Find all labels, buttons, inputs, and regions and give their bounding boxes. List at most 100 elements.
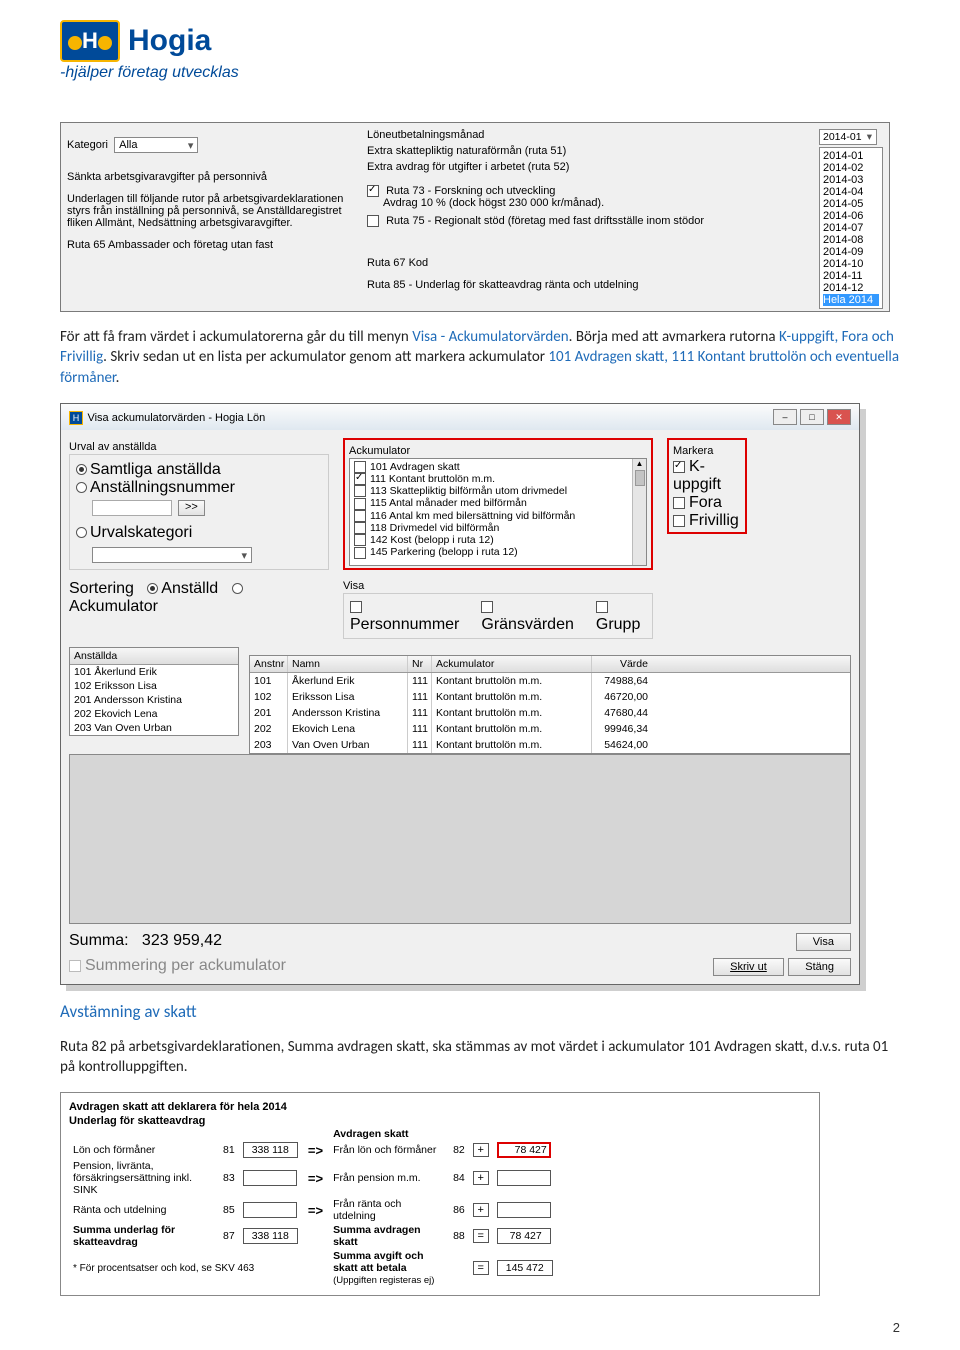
radio-sort-anst[interactable] xyxy=(147,583,158,594)
period-item[interactable]: 2014-07 xyxy=(823,222,879,234)
r82-label: Från lön och förmåner xyxy=(329,1141,449,1159)
ruta73-sub: Avdrag 10 % (dock högst 230 000 kr/månad… xyxy=(383,197,799,209)
r83-input[interactable] xyxy=(243,1170,297,1186)
ack-cb-118[interactable] xyxy=(354,522,366,534)
maximize-button[interactable]: □ xyxy=(800,409,824,425)
r88-num: 88 xyxy=(449,1223,469,1249)
r84-num: 84 xyxy=(449,1159,469,1197)
plus-icon: + xyxy=(473,1143,489,1157)
ack-cb-111[interactable] xyxy=(354,473,366,485)
stang-button[interactable]: Stäng xyxy=(788,958,851,976)
radio-samtliga[interactable] xyxy=(76,464,87,475)
lbl-sort-ack: Ackumulator xyxy=(69,598,158,615)
r84-input[interactable] xyxy=(497,1170,551,1186)
visa-label: Visa xyxy=(343,580,653,592)
period-item[interactable]: 2014-12 xyxy=(823,282,879,294)
period-item[interactable]: 2014-08 xyxy=(823,234,879,246)
ack-it-118: 118 Drivmedel vid bilförmån xyxy=(370,522,499,534)
radio-sort-ack[interactable] xyxy=(232,583,243,594)
ruta73-label: Ruta 73 - Forskning och utveckling xyxy=(386,185,555,197)
period-item[interactable]: 2014-01 xyxy=(823,150,879,162)
anstallda-list[interactable]: Anställda 101 Åkerlund Erik 102 Eriksson… xyxy=(69,647,239,736)
list-item[interactable]: 101 Åkerlund Erik xyxy=(70,665,238,679)
period-item[interactable]: 2014-10 xyxy=(823,258,879,270)
cb-summering[interactable] xyxy=(69,960,81,972)
close-button[interactable]: ✕ xyxy=(827,409,851,425)
col-ack: Ackumulator xyxy=(432,656,592,672)
footnote: * För procentsatser och kod, se SKV 463 xyxy=(69,1249,329,1287)
r81-num: 81 xyxy=(219,1141,239,1159)
cb-kuppgift[interactable] xyxy=(673,461,685,473)
period-select[interactable]: 2014-01 xyxy=(819,129,877,145)
list-item[interactable]: 203 Van Oven Urban xyxy=(70,721,238,735)
visa-button[interactable]: Visa xyxy=(796,933,851,951)
ruta73-checkbox[interactable] xyxy=(367,185,379,197)
ack-cb-101[interactable] xyxy=(354,461,366,473)
radio-urvalkat[interactable] xyxy=(76,527,87,538)
forward-button[interactable]: >> xyxy=(178,500,205,516)
list-item[interactable]: 202 Ekovich Lena xyxy=(70,707,238,721)
urval-label: Urval av anställda xyxy=(69,441,329,453)
ack-cb-116[interactable] xyxy=(354,510,366,522)
ack-it-111: 111 Kontant bruttolön m.m. xyxy=(370,473,495,485)
cb-grupp[interactable] xyxy=(596,601,608,613)
ruta75-label: Ruta 75 - Regionalt stöd (företag med fa… xyxy=(386,215,704,227)
ack-listbox[interactable]: 101 Avdragen skatt 111 Kontant bruttolön… xyxy=(349,458,647,566)
list-item[interactable]: 102 Eriksson Lisa xyxy=(70,679,238,693)
period-item[interactable]: 2014-03 xyxy=(823,174,879,186)
period-item[interactable]: 2014-06 xyxy=(823,210,879,222)
ruta65-text: Ruta 65 Ambassader och företag utan fast xyxy=(67,239,347,251)
skrivut-button[interactable]: Skriv ut xyxy=(713,958,784,976)
ack-cb-113[interactable] xyxy=(354,485,366,497)
cb-frivillig[interactable] xyxy=(673,515,685,527)
logo-icon: H xyxy=(60,20,120,62)
cb-gransv[interactable] xyxy=(481,601,493,613)
p1a: För att få fram värdet i ackumulatorerna… xyxy=(60,328,412,346)
loneutbet-label: Löneutbetalningsmånad xyxy=(367,129,799,141)
period-item[interactable]: 2014-11 xyxy=(823,270,879,282)
ack-cb-142[interactable] xyxy=(354,534,366,546)
r88-label: Summa avdragen skatt xyxy=(329,1223,449,1249)
r87-num: 87 xyxy=(219,1223,239,1249)
r86-input[interactable] xyxy=(497,1202,551,1218)
period-item[interactable]: 2014-04 xyxy=(823,186,879,198)
r82-input[interactable]: 78 427 xyxy=(497,1142,551,1158)
period-item[interactable]: 2014-02 xyxy=(823,162,879,174)
kategori-dropdown[interactable]: Alla xyxy=(114,137,198,153)
list-item[interactable]: 201 Andersson Kristina xyxy=(70,693,238,707)
app-icon: H xyxy=(69,411,83,425)
ruta51-label: Extra skattepliktig naturaförmån (ruta 5… xyxy=(367,145,799,157)
ack-it-116: 116 Antal km med bilersättning vid bilfö… xyxy=(370,510,575,522)
ack-cb-145[interactable] xyxy=(354,547,366,559)
screenshot-settings-panel: Kategori Alla Sänkta arbetsgivaravgifter… xyxy=(60,122,890,312)
rfin-input[interactable]: 145 472 xyxy=(497,1260,553,1276)
cb-fora[interactable] xyxy=(673,497,685,509)
period-item-hela[interactable]: Hela 2014 xyxy=(823,294,879,306)
rfin-label: Summa avgift och skatt att betala xyxy=(333,1250,423,1274)
period-listbox[interactable]: 2014-01 2014-02 2014-03 2014-04 2014-05 … xyxy=(819,147,883,309)
anstallda-header: Anställda xyxy=(70,648,238,665)
dialog-titlebar: H Visa ackumulatorvärden - Hogia Lön – □… xyxy=(61,404,859,430)
ss3-title1: Avdragen skatt att deklarera för hela 20… xyxy=(69,1101,811,1113)
r83-label: Pension, livränta, försäkringsersättning… xyxy=(69,1159,219,1197)
cb-personnr[interactable] xyxy=(350,601,362,613)
ack-it-142: 142 Kost (belopp i ruta 12) xyxy=(370,534,494,546)
r87-input[interactable]: 338 118 xyxy=(243,1228,298,1244)
ss3-title2: Underlag för skatteavdrag xyxy=(69,1115,811,1127)
period-item[interactable]: 2014-05 xyxy=(823,198,879,210)
ack-cb-115[interactable] xyxy=(354,498,366,510)
r85-input[interactable] xyxy=(243,1202,297,1218)
ack-scrollbar[interactable] xyxy=(632,459,646,565)
urvalkat-dropdown[interactable] xyxy=(92,547,252,563)
anstnr-input[interactable] xyxy=(92,500,172,516)
ruta75-checkbox[interactable] xyxy=(367,215,379,227)
logo-tagline: -hjälper företag utvecklas xyxy=(60,64,900,82)
minimize-button[interactable]: – xyxy=(773,409,797,425)
r81-input[interactable]: 338 118 xyxy=(243,1142,298,1158)
radio-anstnr[interactable] xyxy=(76,482,87,493)
arrow-icon: => xyxy=(306,1143,325,1158)
table-row: 203Van Oven Urban111Kontant bruttolön m.… xyxy=(250,737,850,753)
p1e: . Skriv sedan ut en lista per ackumulato… xyxy=(103,348,548,366)
period-item[interactable]: 2014-09 xyxy=(823,246,879,258)
r88-input[interactable]: 78 427 xyxy=(497,1228,551,1244)
